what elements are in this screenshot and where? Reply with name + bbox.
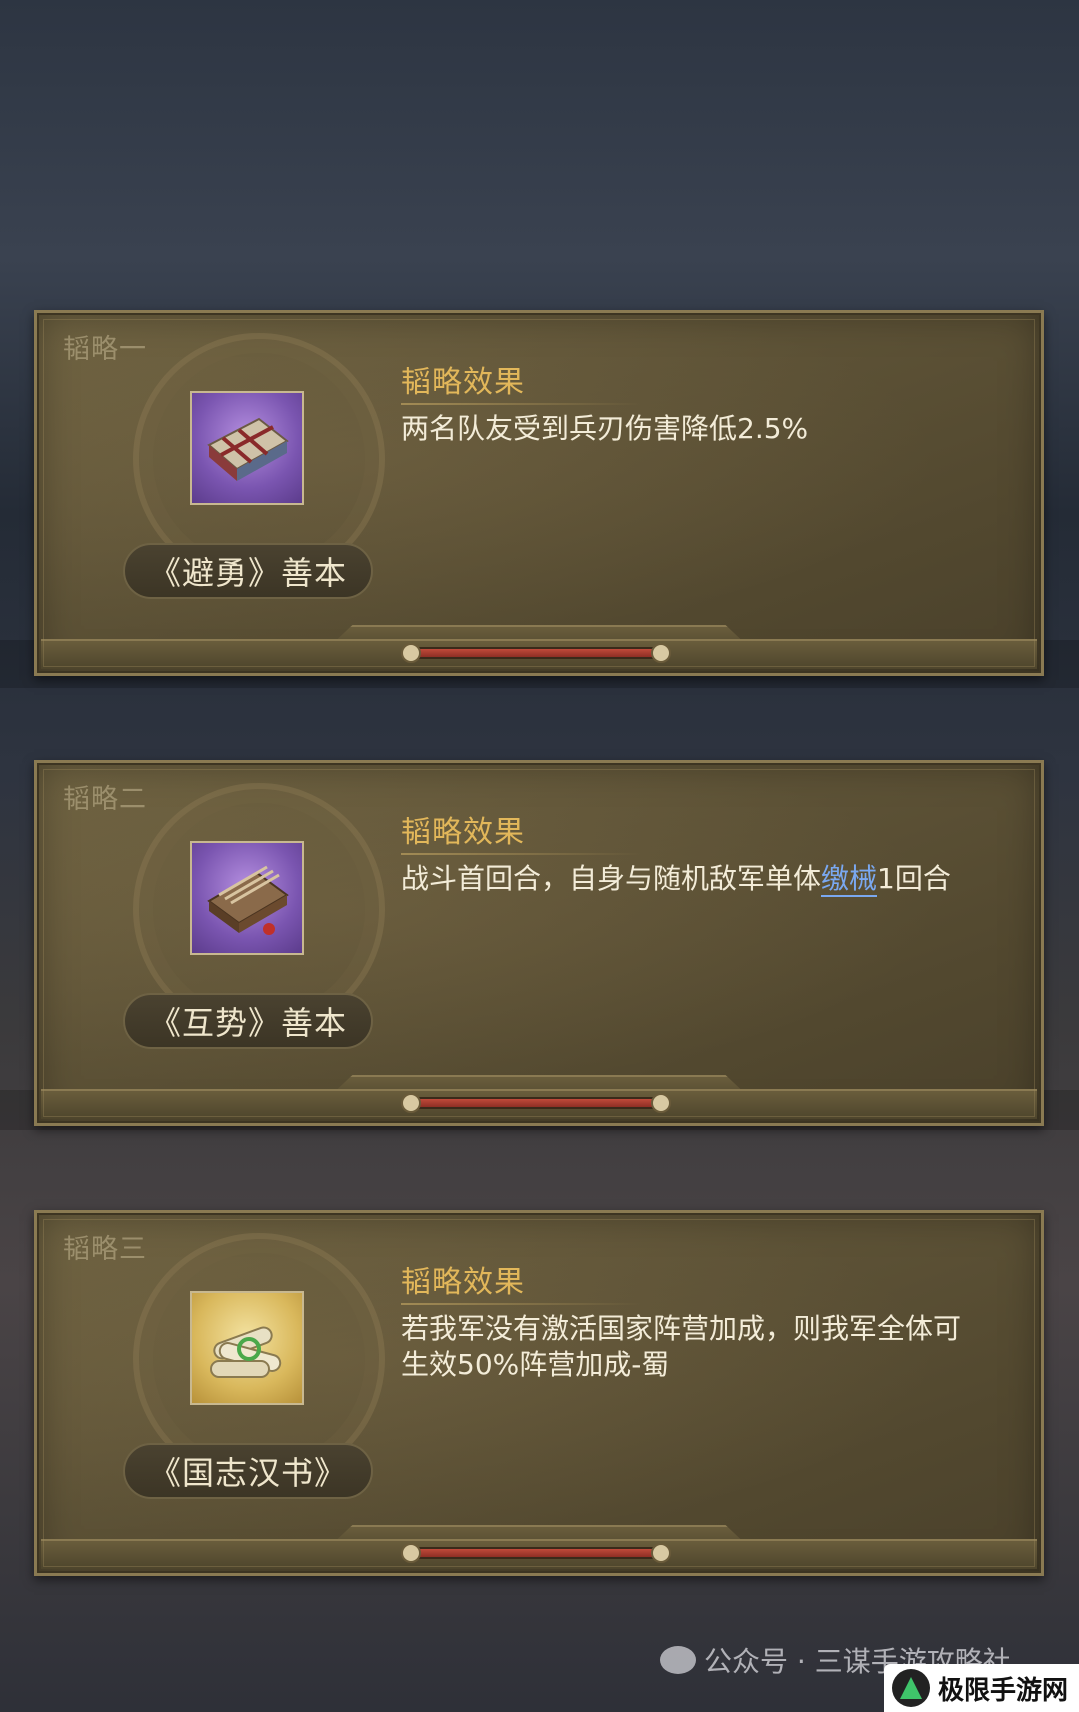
title-divider [401,853,641,855]
progress-bar [409,1549,659,1557]
progress-bar [409,1099,659,1107]
disarm-status-link[interactable]: 缴械 [821,862,878,897]
logo-text: 极限手游网 [938,1675,1069,1706]
wechat-icon [660,1646,696,1674]
strategy-card-2[interactable]: 韬略二 《互势》善本 韬略效果 战斗首回合，自身与随机敌军单体缴械1回合 [34,760,1044,1126]
progress-bar [409,649,659,657]
effect-description: 战斗首回合，自身与随机敌军单体缴械1回合 [401,861,961,897]
card-tag: 韬略一 [63,334,147,365]
bar-cap-right [651,1543,671,1563]
card-tag: 韬略二 [63,784,147,815]
bar-cap-right [651,1093,671,1113]
effect-title: 韬略效果 [401,365,525,400]
title-divider [401,403,641,405]
effect-title: 韬略效果 [401,815,525,850]
effect-text-before: 战斗首回合，自身与随机敌军单体 [401,862,822,895]
site-logo[interactable]: 极限手游网 [884,1664,1079,1712]
strategy-card-1[interactable]: 韬略一 《避勇》善本 韬略效果 两名队友受到兵刃伤害降低2.5% [34,310,1044,676]
bar-cap-left [401,1093,421,1113]
item-name-plate: 《国志汉书》 [123,1443,373,1499]
item-name-plate: 《互势》善本 [123,993,373,1049]
bar-cap-right [651,643,671,663]
logo-mark-icon [892,1669,930,1707]
card-tag: 韬略三 [63,1234,147,1265]
effect-text-after: 1回合 [877,862,951,895]
scroll-book-icon[interactable] [190,391,304,505]
effect-description: 两名队友受到兵刃伤害降低2.5% [401,412,809,445]
strategy-card-3[interactable]: 韬略三 《国志汉书》 韬略效果 若我军没有激活国家阵营加成，则我军全体可生效50… [34,1210,1044,1576]
bound-book-icon[interactable] [190,841,304,955]
bar-cap-left [401,643,421,663]
effect-description: 若我军没有激活国家阵营加成，则我军全体可生效50%阵营加成-蜀 [401,1312,962,1381]
item-name-plate: 《避勇》善本 [123,543,373,599]
effect-title: 韬略效果 [401,1265,525,1300]
title-divider [401,1303,641,1305]
bar-cap-left [401,1543,421,1563]
scroll-bundle-icon[interactable] [190,1291,304,1405]
